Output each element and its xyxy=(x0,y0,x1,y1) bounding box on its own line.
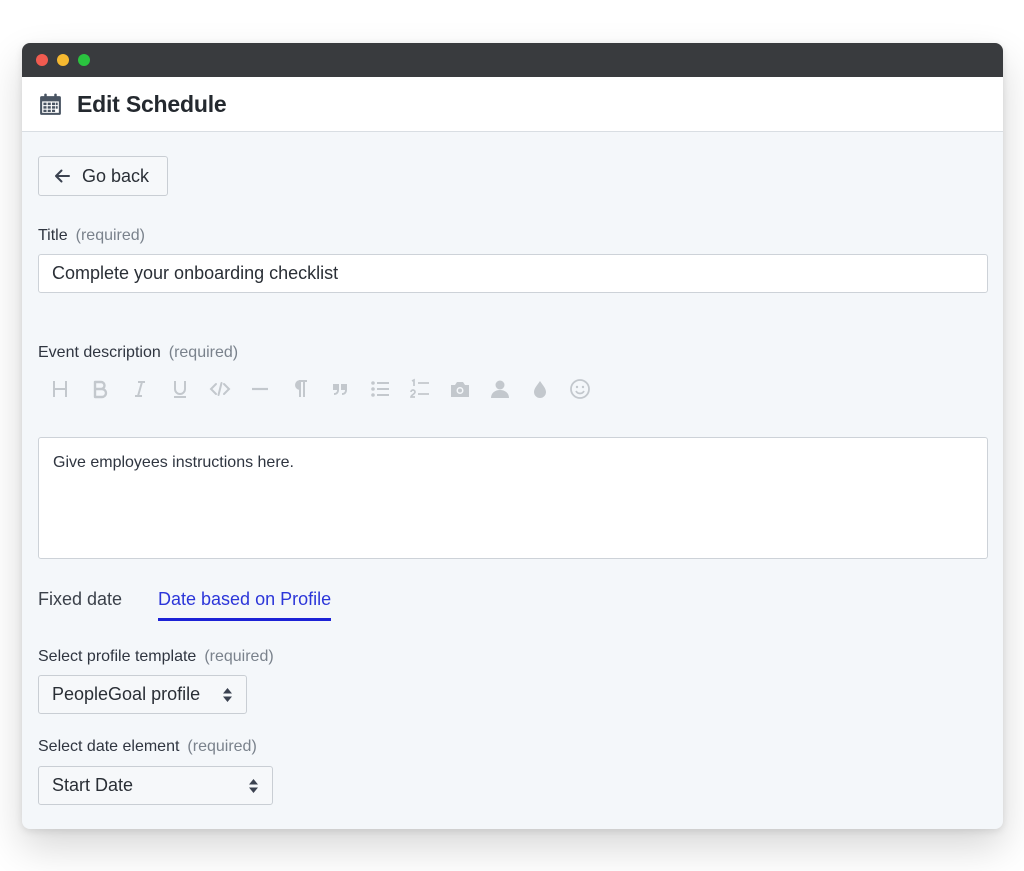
image-button[interactable] xyxy=(440,374,480,404)
underline-button[interactable] xyxy=(160,374,200,404)
emoji-button[interactable] xyxy=(560,374,600,404)
date-element-label: Select date element (required) xyxy=(38,738,257,756)
profile-template-label: Select profile template (required) xyxy=(38,648,274,666)
profile-template-required-hint: (required) xyxy=(204,648,274,665)
horizontal-rule-icon xyxy=(252,387,268,391)
underline-icon xyxy=(174,381,186,398)
select-arrows-icon xyxy=(223,687,232,702)
emoji-icon xyxy=(570,379,590,399)
description-textarea[interactable]: Give employees instructions here. xyxy=(38,437,988,559)
go-back-button[interactable]: Go back xyxy=(38,156,168,196)
title-label-text: Title xyxy=(38,227,68,244)
description-label-text: Event description xyxy=(38,344,161,361)
go-back-label: Go back xyxy=(82,165,150,186)
heading-icon xyxy=(53,381,67,397)
description-required-hint: (required) xyxy=(168,344,239,361)
window-close-button[interactable] xyxy=(36,54,48,66)
heading-button[interactable] xyxy=(40,374,80,404)
ordered-list-button[interactable] xyxy=(400,374,440,404)
description-label: Event description (required) xyxy=(38,344,238,362)
tab-date-based-on-profile[interactable]: Date based on Profile xyxy=(158,589,332,621)
select-arrows-icon xyxy=(249,778,258,793)
color-drop-icon xyxy=(534,381,546,398)
profile-template-value: PeopleGoal profile xyxy=(52,684,201,704)
color-button[interactable] xyxy=(520,374,560,404)
italic-button[interactable] xyxy=(120,374,160,404)
code-button[interactable] xyxy=(200,374,240,404)
date-element-required-hint: (required) xyxy=(187,738,257,755)
paragraph-button[interactable] xyxy=(280,374,320,404)
image-icon xyxy=(451,382,469,397)
quote-icon xyxy=(333,384,347,395)
bold-icon xyxy=(93,380,108,399)
page-header: Edit Schedule xyxy=(22,77,1003,132)
horizontal-rule-button[interactable] xyxy=(240,374,280,404)
app-window: Edit Schedule Go back Title (required) Ev… xyxy=(22,43,1003,829)
paragraph-icon xyxy=(295,379,307,397)
arrow-left-icon xyxy=(55,169,70,183)
title-label: Title (required) xyxy=(38,227,145,245)
italic-icon xyxy=(135,381,145,397)
date-element-value: Start Date xyxy=(52,775,134,795)
bullet-list-icon xyxy=(371,381,389,397)
title-required-hint: (required) xyxy=(75,227,145,244)
editor-toolbar xyxy=(40,374,600,404)
quote-button[interactable] xyxy=(320,374,360,404)
page-title: Edit Schedule xyxy=(77,90,227,117)
window-minimize-button[interactable] xyxy=(57,54,69,66)
tab-fixed-date[interactable]: Fixed date xyxy=(38,589,122,618)
bullet-list-button[interactable] xyxy=(360,374,400,404)
user-icon xyxy=(491,380,509,398)
window-maximize-button[interactable] xyxy=(78,54,90,66)
code-icon xyxy=(209,382,231,396)
profile-template-select[interactable]: PeopleGoal profile xyxy=(38,675,247,714)
ordered-list-icon xyxy=(410,378,429,398)
mention-user-button[interactable] xyxy=(480,374,520,404)
window-titlebar xyxy=(22,43,1003,77)
bold-button[interactable] xyxy=(80,374,120,404)
date-element-select[interactable]: Start Date xyxy=(38,766,273,805)
calendar-icon xyxy=(40,93,61,115)
title-input[interactable] xyxy=(38,254,988,293)
date-element-label-text: Select date element xyxy=(38,738,180,755)
profile-template-label-text: Select profile template xyxy=(38,648,197,665)
